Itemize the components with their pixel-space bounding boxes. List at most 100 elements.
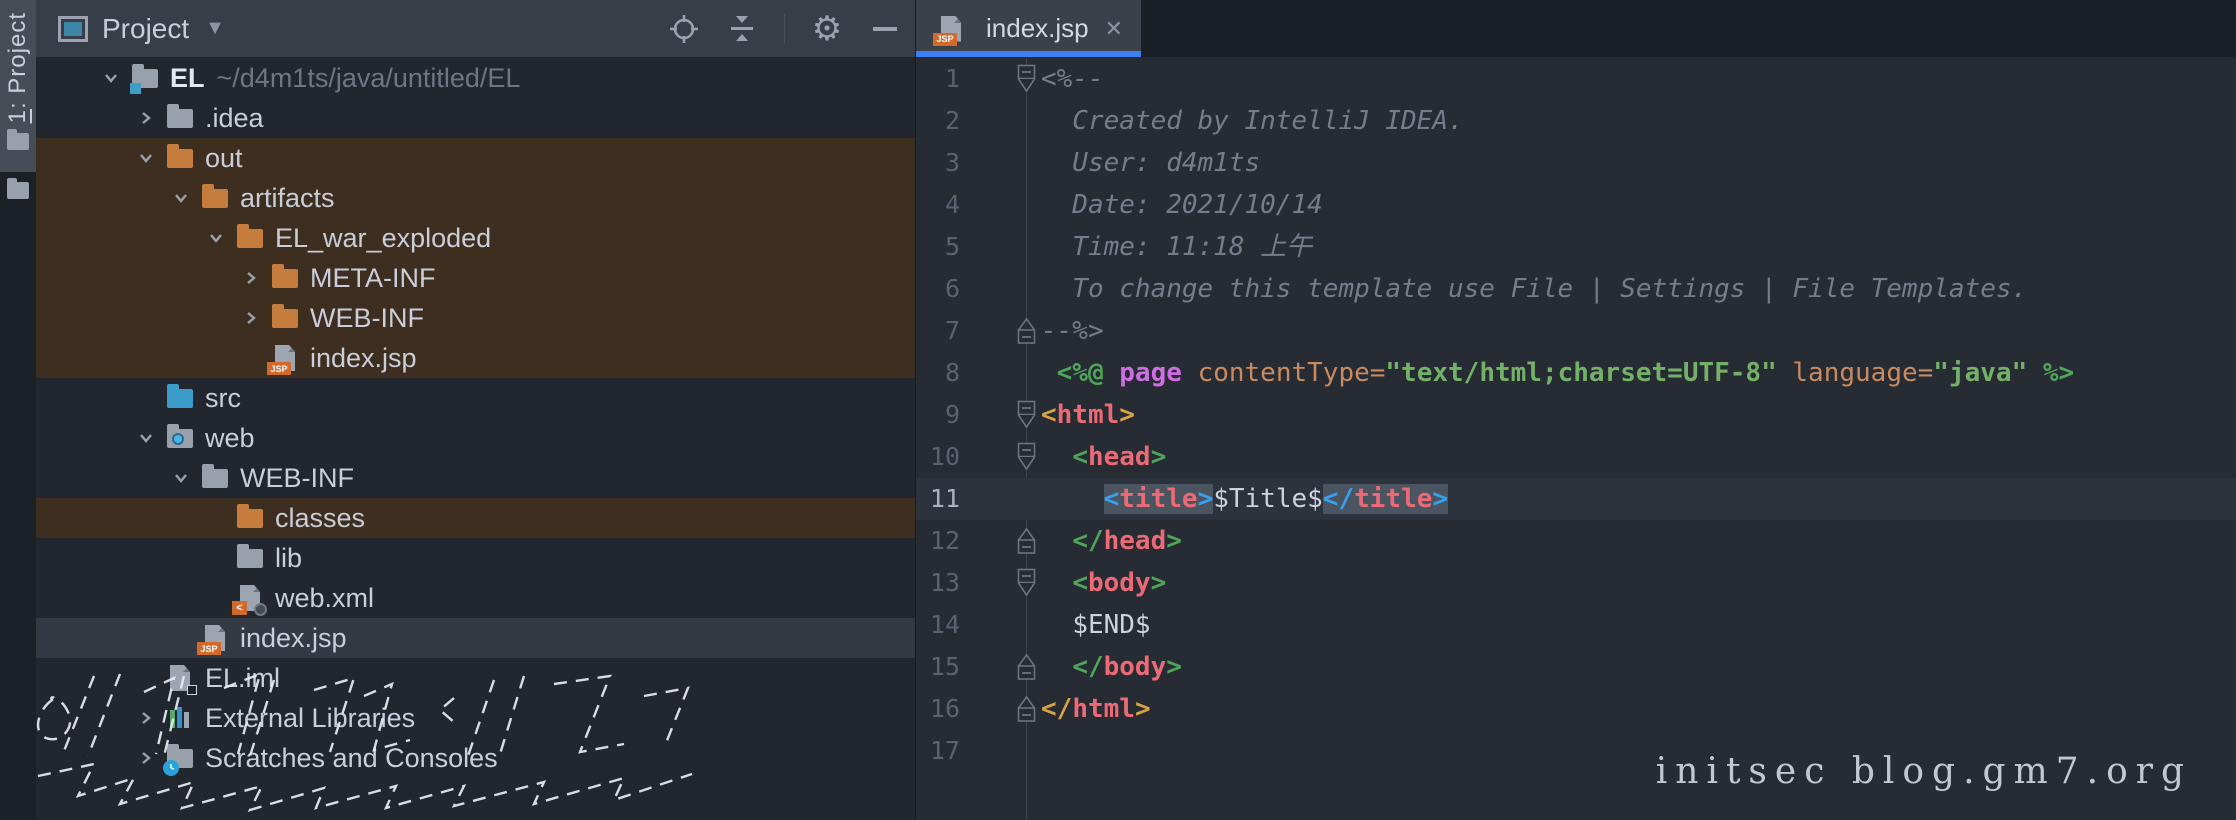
code-line-7[interactable]: 7 --%> [916,310,2236,352]
web-folder-icon [165,424,195,452]
code-line-13[interactable]: 13 <body> [916,562,2236,604]
tree-row-index-jsp[interactable]: JSP index.jsp [36,338,915,378]
line-number: 14 [916,604,960,646]
code-line-11[interactable]: 11 <title>$Title$</title> [916,478,2236,520]
code-line-14[interactable]: 14 $END$ [916,604,2236,646]
code-line-12[interactable]: 12 </head> [916,520,2236,562]
tree-row-scratches-and-consoles[interactable]: Scratches and Consoles [36,738,915,778]
code-token: User: d4m1ts [1041,148,1260,178]
fold-start-marker[interactable] [1017,64,1036,94]
code-line-4[interactable]: 4 Date: 2021/10/14 [916,184,2236,226]
code-token: </ [1041,694,1072,724]
jsp-file-icon: JSP [936,15,966,43]
code-token: < [1072,568,1088,598]
line-number: 17 [916,730,960,772]
code-line-6[interactable]: 6 To change this template use File | Set… [916,268,2236,310]
chevron-spacer [238,345,264,371]
project-folder-icon [130,64,160,92]
tree-row-src[interactable]: src [36,378,915,418]
code-line-5[interactable]: 5 Time: 11:18 上午 [916,226,2236,268]
code-token [1041,358,1057,388]
line-number: 7 [916,310,960,352]
project-panel-title[interactable]: Project [102,13,189,45]
fold-end-marker[interactable] [1017,694,1036,724]
code-token: title [1119,484,1197,514]
tree-item-label: artifacts [240,183,335,214]
code-line-9[interactable]: 9 <html> [916,394,2236,436]
fold-end-marker[interactable] [1017,652,1036,682]
chevron-right-icon[interactable] [133,745,159,771]
chevron-down-icon[interactable] [168,465,194,491]
code-line-3[interactable]: 3 User: d4m1ts [916,142,2236,184]
chevron-right-icon[interactable] [238,305,264,331]
project-panel: Project ▼ ⚙ EL~/d4m1ts/java/untitled/EL … [36,0,915,820]
tree-item-label: index.jsp [240,623,347,654]
tree-item-label: META-INF [310,263,435,294]
line-number: 13 [916,562,960,604]
chevron-down-icon[interactable]: ▼ [205,17,225,40]
project-tree: EL~/d4m1ts/java/untitled/EL .idea out ar… [36,58,915,778]
code-area[interactable]: 1 <%--2 Created by IntelliJ IDEA.3 User:… [916,58,2236,772]
tree-row-artifacts[interactable]: artifacts [36,178,915,218]
tool-window-stripe: 1: Project [0,0,36,820]
code-line-10[interactable]: 10 <head> [916,436,2236,478]
line-number: 6 [916,268,960,310]
code-token: $Title$ [1213,484,1323,514]
tree-row-web[interactable]: web [36,418,915,458]
editor-pane[interactable]: JSP index.jsp ✕ 1 <%--2 Created by Intel… [915,0,2236,820]
jsp-file-icon: JSP [270,344,300,372]
chevron-right-icon[interactable] [133,705,159,731]
chevron-spacer [133,385,159,411]
hide-icon[interactable] [869,13,901,45]
fold-end-marker[interactable] [1017,316,1036,346]
tree-row--idea[interactable]: .idea [36,98,915,138]
folder-tool-button-icon[interactable] [7,182,29,199]
collapse-all-icon[interactable] [726,13,758,45]
tree-row-out[interactable]: out [36,138,915,178]
chevron-right-icon[interactable] [133,105,159,131]
code-line-2[interactable]: 2 Created by IntelliJ IDEA. [916,100,2236,142]
tree-row-meta-inf[interactable]: META-INF [36,258,915,298]
chevron-down-icon[interactable] [168,185,194,211]
tree-row-web-xml[interactable]: < web.xml [36,578,915,618]
tree-item-label: index.jsp [310,343,417,374]
tree-item-label: .idea [205,103,264,134]
project-stripe-button[interactable]: 1: Project [0,0,36,172]
fold-end-marker[interactable] [1017,526,1036,556]
line-number: 15 [916,646,960,688]
line-number: 11 [916,478,960,520]
chevron-spacer [168,625,194,651]
settings-gear-icon[interactable]: ⚙ [811,13,843,45]
tree-item-label: web [205,423,255,454]
tree-row-el-war-exploded[interactable]: EL_war_exploded [36,218,915,258]
tree-row-index-jsp[interactable]: JSPindex.jsp [36,618,915,658]
code-line-15[interactable]: 15 </body> [916,646,2236,688]
tree-row-lib[interactable]: lib [36,538,915,578]
code-token: > [1432,484,1448,514]
tree-row-el[interactable]: EL~/d4m1ts/java/untitled/EL [36,58,915,98]
code-token: --%> [1041,316,1104,346]
fold-start-marker[interactable] [1017,568,1036,598]
code-token: <%@ [1057,358,1104,388]
chevron-down-icon[interactable] [133,425,159,451]
tree-row-web-inf[interactable]: WEB-INF [36,298,915,338]
fold-start-marker[interactable] [1017,400,1036,430]
tree-item-label: out [205,143,243,174]
tree-row-web-inf[interactable]: WEB-INF [36,458,915,498]
chevron-down-icon[interactable] [203,225,229,251]
tree-row-classes[interactable]: classes [36,498,915,538]
close-icon[interactable]: ✕ [1105,16,1123,42]
fold-start-marker[interactable] [1017,442,1036,472]
code-line-1[interactable]: 1 <%-- [916,58,2236,100]
chevron-down-icon[interactable] [133,145,159,171]
tree-row-el-iml[interactable]: EL.iml [36,658,915,698]
chevron-down-icon[interactable] [98,65,124,91]
code-token: body [1104,652,1167,682]
tree-row-external-libraries[interactable]: External Libraries [36,698,915,738]
tab-index-jsp[interactable]: JSP index.jsp ✕ [916,0,1141,57]
locate-icon[interactable] [668,13,700,45]
code-line-16[interactable]: 16 </html> [916,688,2236,730]
code-line-8[interactable]: 8 <%@ page contentType="text/html;charse… [916,352,2236,394]
chevron-right-icon[interactable] [238,265,264,291]
code-token: "text/html;charset=UTF-8" [1385,358,1776,388]
